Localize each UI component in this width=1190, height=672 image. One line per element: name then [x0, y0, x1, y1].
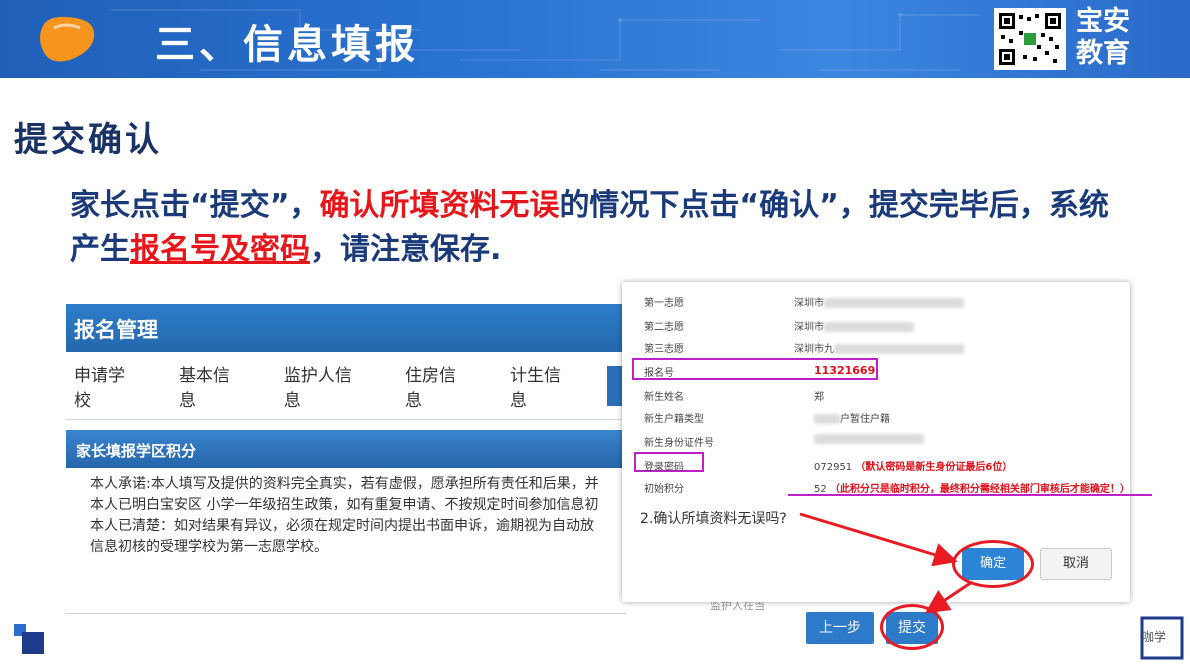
row-label: 第三志愿 — [644, 344, 684, 355]
top-banner: 三、信息填报 宝安 教育 — [0, 0, 1190, 78]
pledge-text: 本人承诺:本人填写及提供的资料完全真实，若有虚假，愿承担所有责任和后果，并 本人… — [66, 468, 626, 564]
row-label: 初始积分 — [644, 484, 684, 495]
password-note: （默认密码是新生身份证最后6位） — [855, 462, 1013, 473]
highlight-underline — [788, 494, 1152, 496]
row-label: 第二志愿 — [644, 322, 684, 333]
row-label: 第一志愿 — [644, 298, 684, 309]
corner-badge: 咖学 — [1140, 616, 1184, 660]
blurred-value — [814, 434, 924, 444]
tab-housing-info[interactable]: 住房信息 — [405, 361, 470, 411]
panel-header: 报名管理 — [66, 304, 626, 352]
row-third-choice: 第三志愿 深圳市九 — [644, 340, 964, 355]
intro-part-2: 确认所填资料无误 — [319, 188, 560, 223]
tab-bar: 申请学校 基本信息 监护人信息 住房信息 计生信息 — [66, 352, 627, 420]
intro-part-1: 家长点击“提交”， — [70, 188, 320, 223]
highlight-ring — [880, 604, 944, 650]
row-label: 新生身份证件号 — [644, 438, 714, 449]
confirm-question: 2.确认所填资料无误吗? — [640, 511, 787, 527]
row-value: 深圳市九 — [794, 344, 834, 355]
password-value: 072951 — [814, 462, 853, 473]
banner-title: 三、信息填报 — [155, 22, 419, 68]
blurred-value — [834, 344, 964, 354]
row-label: 新生户籍类型 — [644, 414, 704, 425]
row-label: 新生姓名 — [644, 392, 684, 403]
row-label: 登录密码 — [644, 462, 684, 473]
previous-step-button[interactable]: 上一步 — [806, 612, 874, 644]
brand-name: 宝安 教育 — [1076, 6, 1130, 70]
row-value: 深圳市 — [794, 322, 824, 333]
tab-guardian-info[interactable]: 监护人信息 — [284, 361, 365, 411]
brand-line-2: 教育 — [1076, 38, 1130, 69]
section-header: 家长填报学区积分 — [66, 430, 626, 468]
row-value: 深圳市 — [794, 298, 824, 309]
row-login-password: 登录密码 072951 （默认密码是新生身份证最后6位） — [644, 458, 1012, 473]
confirm-dialog: 第一志愿 深圳市 第二志愿 深圳市 第三志愿 深圳市九 报名号 11321669… — [622, 282, 1152, 602]
corner-text: 咖学 — [1142, 630, 1167, 644]
row-second-choice: 第二志愿 深圳市 — [644, 318, 914, 333]
intro-part-5: ，请注意保存. — [310, 232, 502, 267]
qr-code-icon — [994, 8, 1066, 70]
row-value: 户暂住户籍 — [840, 414, 890, 425]
tab-family-planning-info[interactable]: 计生信息 — [510, 361, 575, 411]
registration-number: 11321669 — [814, 364, 876, 377]
orange-logo-icon — [40, 16, 95, 62]
row-registration-number: 报名号 11321669 — [644, 364, 875, 379]
row-value: 郑 — [814, 392, 824, 403]
row-household-type: 新生户籍类型 户暂住户籍 — [644, 410, 890, 425]
registration-panel: 报名管理 申请学校 基本信息 监护人信息 住房信息 计生信息 家长填报学区积分 … — [66, 304, 627, 614]
row-student-name: 新生姓名 郑 — [644, 388, 824, 403]
tab-apply-school[interactable]: 申请学校 — [74, 361, 139, 411]
row-id-number: 新生身份证件号 — [644, 434, 924, 449]
blurred-value — [814, 414, 840, 424]
intro-part-4: 报名号及密码 — [130, 232, 310, 267]
corner-squares-icon — [14, 624, 44, 654]
pledge-line: 本人已清楚：如对结果有异议，必须在规定时间内提出书面申诉，逾期视为自动放 — [90, 518, 594, 534]
blurred-value — [824, 298, 964, 308]
row-initial-score: 初始积分 52 （此积分只是临时积分，最终积分需经相关部门审核后才能确定！） — [644, 480, 1130, 495]
intro-text: 家长点击“提交”，确认所填资料无误的情况下点击“确认”，提交完毕后，系统产生报名… — [70, 184, 1120, 272]
row-label: 报名号 — [644, 368, 674, 379]
pledge-line: 本人承诺:本人填写及提供的资料完全真实，若有虚假，愿承担所有责任和后果，并 — [90, 476, 599, 492]
page-title: 提交确认 — [14, 120, 162, 160]
row-first-choice: 第一志愿 深圳市 — [644, 294, 964, 309]
blurred-value — [824, 322, 914, 332]
pledge-line: 信息初核的受理学校为第一志愿学校。 — [90, 539, 328, 555]
pledge-line: 本人已明白宝安区 小学一年级招生政策，如有重复申请、不按规定时间参加信息初 — [90, 497, 599, 513]
brand-line-1: 宝安 — [1076, 6, 1130, 37]
highlight-ring — [952, 540, 1034, 588]
tab-basic-info[interactable]: 基本信息 — [179, 361, 244, 411]
cancel-button[interactable]: 取消 — [1040, 548, 1112, 580]
